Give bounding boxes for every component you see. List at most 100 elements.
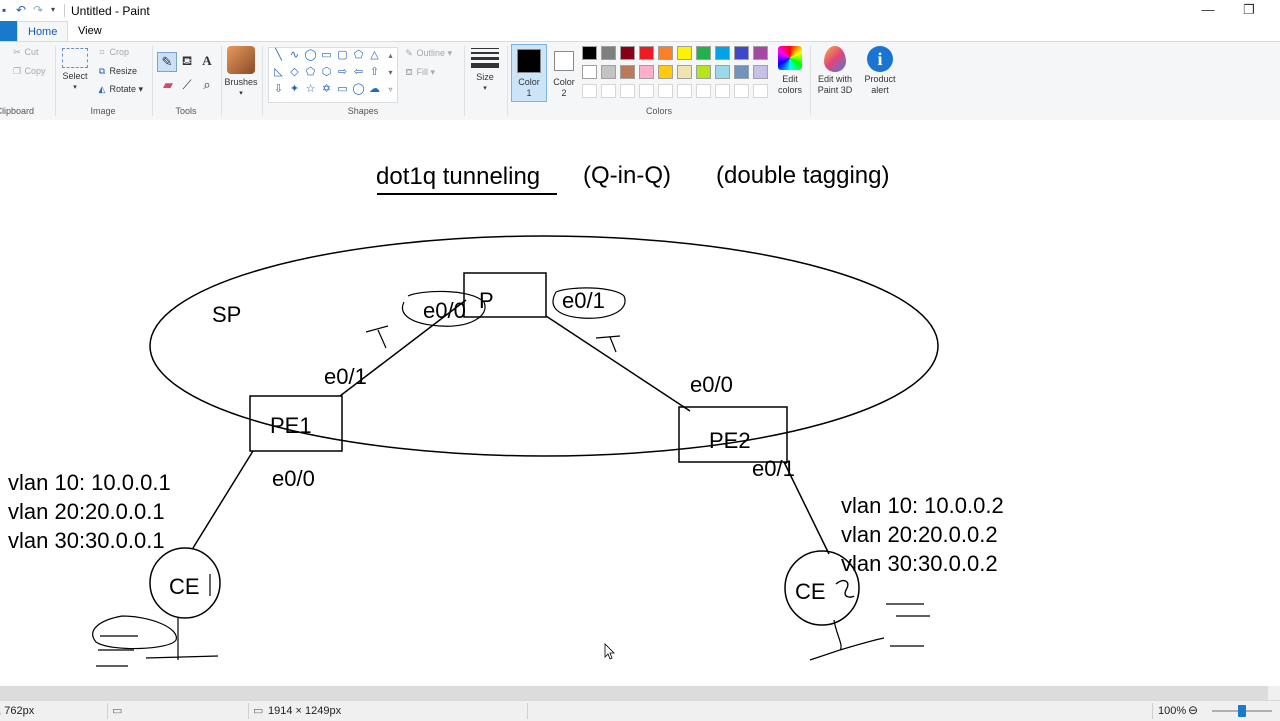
palette-swatch[interactable] [696,65,711,79]
cut-button[interactable]: ✂ Cut [12,47,38,58]
palette-swatch[interactable] [601,65,616,79]
horizontal-scrollbar[interactable] [0,686,1268,700]
link-pe1-p [339,299,467,397]
tab-view[interactable]: View [68,21,112,41]
palette-swatch[interactable] [582,65,597,79]
ce2-vlan-30: vlan 30:30.0.0.2 [841,551,998,576]
edit-with-paint3d-button[interactable]: Edit with Paint 3D [813,46,857,96]
diamond-shape-icon[interactable]: ◇ [287,66,302,79]
palette-swatch[interactable] [658,46,673,60]
palette-swatch[interactable] [620,84,635,98]
hexagon-shape-icon[interactable]: ⬡ [319,66,334,79]
palette-swatch[interactable] [677,84,692,98]
gallery-expand-icon[interactable]: ▿ [383,83,398,96]
rounded-rectangle-shape-icon[interactable]: ▢ [335,49,350,62]
palette-swatch[interactable] [715,65,730,79]
palette-swatch[interactable] [658,65,673,79]
palette-swatch[interactable] [677,65,692,79]
palette-swatch[interactable] [715,46,730,60]
zoom-slider-thumb[interactable] [1238,705,1246,717]
gallery-scroll-down-icon[interactable]: ▾ [383,66,398,79]
shapes-gallery[interactable]: ╲ ∿ ◯ ▭ ▢ ⬠ △ ◺ ◇ ⬠ ⬡ ⇨ ⇦ ⇧ ⇩ ✦ ☆ ✡ ▭ ◯ … [268,47,398,103]
file-tab[interactable] [0,21,17,41]
copy-button[interactable]: ❐ Copy [12,66,46,77]
resize-button[interactable]: ⧉ Resize [97,66,137,77]
polygon-shape-icon[interactable]: ⬠ [351,49,366,62]
trunk-mark-left [365,325,389,349]
title-separator [64,4,65,17]
fill-bucket-icon[interactable]: ⛾ [178,52,196,70]
brushes-button[interactable]: Brushes ▾ [224,46,258,99]
ce2-two-mark [835,579,855,598]
edit-colors-button[interactable]: Edit colors [774,46,806,96]
palette-swatch[interactable] [734,84,749,98]
select-button[interactable]: Select ▾ [60,46,90,93]
palette-swatch[interactable] [601,84,616,98]
undo-icon[interactable]: ↶ [16,4,26,16]
palette-swatch[interactable] [696,84,711,98]
right-triangle-shape-icon[interactable]: ◺ [271,66,286,79]
curve-shape-icon[interactable]: ∿ [287,49,302,62]
palette-swatch[interactable] [601,46,616,60]
minimize-button[interactable]: — [1188,0,1228,22]
redo-icon[interactable]: ↷ [33,4,43,16]
ribbon-tabs: Home View [0,21,1280,42]
color1-button[interactable]: Color 1 [511,44,547,102]
palette-swatch[interactable] [639,46,654,60]
palette-swatch[interactable] [677,46,692,60]
palette-swatch[interactable] [658,84,673,98]
text-tool-icon[interactable]: A [198,52,216,70]
palette-swatch[interactable] [734,65,749,79]
fill-button[interactable]: ⛾ Fill ▾ [404,67,435,79]
save-icon[interactable]: ▪ [2,4,6,16]
pentagon-shape-icon[interactable]: ⬠ [303,66,318,79]
size-button[interactable]: Size ▾ [469,46,501,94]
magnifier-icon[interactable]: ⌕ [198,76,216,94]
pencil-icon[interactable]: ✎ [157,52,177,72]
palette-swatch[interactable] [639,84,654,98]
oval-shape-icon[interactable]: ◯ [303,49,318,62]
restore-button[interactable]: ❐ [1229,0,1269,22]
palette-swatch[interactable] [715,84,730,98]
right-arrow-shape-icon[interactable]: ⇨ [335,66,350,79]
up-arrow-shape-icon[interactable]: ⇧ [367,66,382,79]
line-shape-icon[interactable]: ╲ [271,49,286,62]
five-point-star-icon[interactable]: ☆ [303,83,318,96]
crop-button[interactable]: ⌗ Crop [97,47,129,58]
eraser-icon[interactable]: ▰ [159,76,177,94]
oval-callout-icon[interactable]: ◯ [351,83,366,96]
down-arrow-shape-icon[interactable]: ⇩ [271,83,286,96]
palette-swatch[interactable] [696,46,711,60]
customize-icon[interactable]: ▾ [51,4,55,16]
cloud-callout-icon[interactable]: ☁ [367,83,382,96]
palette-swatch[interactable] [753,84,768,98]
left-arrow-shape-icon[interactable]: ⇦ [351,66,366,79]
color-picker-icon[interactable]: ⟋ [178,76,196,94]
rect-callout-icon[interactable]: ▭ [335,83,350,96]
rotate-button[interactable]: ◭ Rotate ▾ [97,84,144,95]
triangle-shape-icon[interactable]: △ [367,49,382,62]
palette-swatch[interactable] [734,46,749,60]
palette-swatch[interactable] [582,46,597,60]
six-point-star-icon[interactable]: ✡ [319,83,334,96]
palette-swatch[interactable] [753,65,768,79]
palette-swatch[interactable] [753,46,768,60]
palette-swatch[interactable] [582,84,597,98]
palette-swatch[interactable] [639,65,654,79]
outline-button[interactable]: ✎ Outline ▾ [404,48,452,59]
ribbon: ✂ Cut ❐ Copy Clipboard Select ▾ ⌗ Crop ⧉… [0,41,1280,121]
canvas-area[interactable]: dot1q tunneling (Q-in-Q) (double tagging… [0,120,1280,686]
rectangle-shape-icon[interactable]: ▭ [319,49,334,62]
four-point-star-icon[interactable]: ✦ [287,83,302,96]
tab-home[interactable]: Home [17,21,69,42]
image-group-label: Image [90,106,116,116]
gallery-scroll-up-icon[interactable]: ▴ [383,49,398,62]
product-alert-button[interactable]: i Product alert [859,46,901,96]
p-router-box [463,272,547,318]
drawing-canvas[interactable]: dot1q tunneling (Q-in-Q) (double tagging… [0,120,1280,686]
zoom-out-icon[interactable]: ⊖ [1188,703,1198,717]
color2-button[interactable]: Color 2 [548,44,580,102]
palette-swatch[interactable] [620,65,635,79]
ce1-scribble-circle [92,615,177,650]
palette-swatch[interactable] [620,46,635,60]
